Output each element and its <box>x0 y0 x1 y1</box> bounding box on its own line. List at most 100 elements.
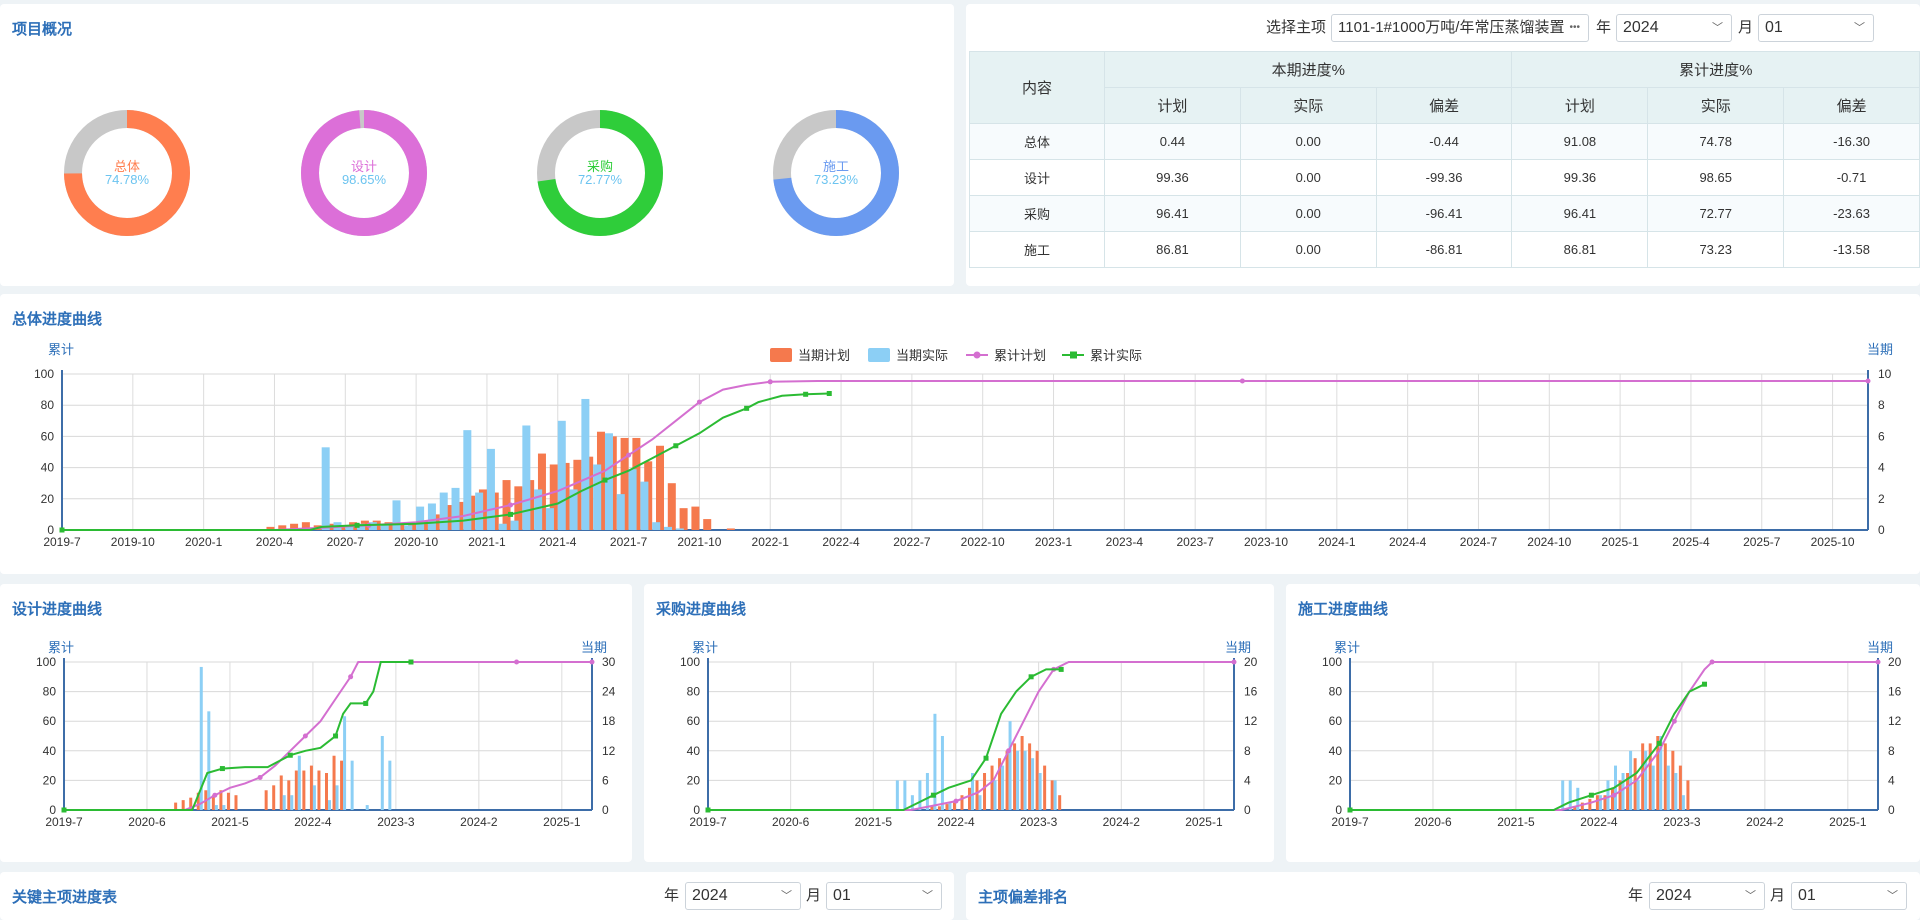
bar-period-actual <box>282 795 286 810</box>
y-left-tick-label: 100 <box>36 655 56 669</box>
bar-period-actual <box>925 773 929 810</box>
cell: 96.41 <box>1104 195 1241 232</box>
legend-label[interactable]: 当期计划 <box>798 348 850 363</box>
bar-period-actual <box>290 795 294 810</box>
bar-period-actual <box>498 523 507 530</box>
bar-period-actual <box>404 525 413 530</box>
x-tick-label: 2023-7 <box>1176 535 1214 549</box>
bar-period-actual <box>1053 780 1057 810</box>
y-left-tick-label: 80 <box>1329 685 1343 699</box>
bar-period-actual <box>545 508 554 530</box>
y-right-tick-label: 0 <box>1878 523 1885 537</box>
key-items-month-select[interactable]: 01 ﹀ <box>826 882 942 910</box>
bar-period-actual <box>940 736 944 810</box>
chevron-down-icon: ﹀ <box>781 890 792 902</box>
donut-value: 98.65% <box>341 172 387 187</box>
more-icon: ••• <box>1569 22 1580 33</box>
point-cumulative-plan <box>1671 718 1677 724</box>
bar-period-plan <box>264 790 268 810</box>
bar-period-plan <box>1641 743 1645 810</box>
bar-period-actual <box>918 780 922 810</box>
bar-period-plan <box>1058 795 1062 810</box>
point-cumulative-actual <box>408 659 414 665</box>
year-select-value: 2024 <box>1656 887 1692 904</box>
deviation-month-select[interactable]: 01 ﹀ <box>1791 882 1907 910</box>
cell: -23.63 <box>1783 195 1920 232</box>
y-left-tick-label: 80 <box>43 685 57 699</box>
x-tick-label: 2023-10 <box>1244 535 1288 549</box>
legend-label[interactable]: 累计实际 <box>1090 348 1142 363</box>
legend-label[interactable]: 当期实际 <box>896 348 948 363</box>
bar-period-plan <box>272 785 276 810</box>
legend-marker <box>1070 351 1077 359</box>
table-row: 施工 86.81 0.00 -86.81 86.81 73.23 -13.58 <box>969 231 1920 268</box>
y-right-tick-label: 20 <box>1244 655 1258 669</box>
bar-period-actual <box>297 755 301 810</box>
y-right-tick-label: 10 <box>1878 367 1892 381</box>
year-label: 年 <box>1596 19 1612 36</box>
bar-period-plan <box>1595 795 1599 810</box>
deviation-year-select[interactable]: 2024 ﹀ <box>1649 882 1765 910</box>
point-cumulative-plan <box>257 774 263 780</box>
overview-title: 项目概况 <box>12 21 73 38</box>
bar-period-actual <box>1016 750 1020 810</box>
bar-period-plan <box>1686 780 1690 810</box>
table-row: 设计 99.36 0.00 -99.36 99.36 98.65 -0.71 <box>969 159 1920 196</box>
x-tick-label: 2024-7 <box>1460 535 1498 549</box>
x-tick-label: 2020-10 <box>394 535 438 549</box>
bar-period-plan <box>667 483 676 530</box>
point-cumulative-actual <box>826 391 832 396</box>
cell: -0.71 <box>1783 159 1920 196</box>
left-axis-title: 累计 <box>48 640 74 655</box>
procure-curve-panel: 采购进度曲线 累计 当期 2019-7 2020-6 2021-5 2022-4 202… <box>644 584 1274 862</box>
bar-period-plan <box>1671 750 1675 810</box>
key-items-year-select[interactable]: 2024 ﹀ <box>685 882 801 910</box>
line-cumulative-plan <box>62 380 1868 531</box>
cell: 73.23 <box>1647 231 1785 268</box>
bar-period-plan <box>317 770 321 810</box>
bar-period-actual <box>1008 721 1012 810</box>
bar-period-plan <box>679 508 688 530</box>
y-left-tick-label: 0 <box>49 803 56 817</box>
point-cumulative-actual <box>1058 666 1064 672</box>
bar-period-actual <box>439 492 448 530</box>
year-select[interactable]: 2024 ﹀ <box>1616 14 1732 42</box>
bar-period-actual <box>214 805 218 810</box>
y-left-tick-label: 100 <box>680 655 700 669</box>
donut-value: 72.77% <box>577 172 623 187</box>
procurement-progress-chart: 累计 当期 2019-7 2020-6 2021-5 2022-4 2023-3 2024… <box>680 640 1258 829</box>
point-cumulative-actual <box>673 443 679 449</box>
header-sub: 偏差 <box>1375 87 1513 124</box>
month-select[interactable]: 01 ﹀ <box>1758 14 1874 42</box>
legend-label[interactable]: 累计计划 <box>994 348 1046 363</box>
point-cumulative-actual <box>983 755 989 761</box>
bar-period-plan <box>1005 750 1009 810</box>
cell: 74.78 <box>1647 123 1785 160</box>
legend-swatch <box>868 348 890 362</box>
bar-period-actual <box>328 800 331 810</box>
x-tick-label: 2019-10 <box>111 535 155 549</box>
right-axis-title: 当期 <box>1867 640 1893 655</box>
chevron-down-icon: ﹀ <box>1745 890 1756 902</box>
y-left-tick-label: 60 <box>1329 714 1343 728</box>
x-tick-label: 2024-2 <box>1103 815 1141 829</box>
donut-1: 总体 74.78% <box>62 108 192 238</box>
project-select[interactable]: 1101-1#1000万吨/年常压蒸馏装置 ••• <box>1331 14 1589 42</box>
legend-swatch <box>770 348 792 362</box>
cell: 98.65 <box>1647 159 1785 196</box>
point-cumulative-actual <box>59 527 65 533</box>
y-left-tick-label: 60 <box>43 714 57 728</box>
header-period: 本期进度% <box>1103 51 1513 88</box>
y-right-tick-label: 4 <box>1244 773 1251 787</box>
overall-progress-chart: 当期计划 当期实际 累计计划 累计实际 累计 当期 2019-7 2019-10 2020… <box>34 342 1893 549</box>
x-tick-label: 2023-1 <box>1035 535 1073 549</box>
bar-period-actual <box>675 528 684 530</box>
x-tick-label: 2020-1 <box>185 535 223 549</box>
cell: -96.41 <box>1375 195 1513 232</box>
bar-period-actual <box>1598 795 1602 810</box>
bar-period-actual <box>557 420 566 530</box>
point-cumulative-plan <box>953 798 959 804</box>
bar-period-plan <box>1013 743 1017 810</box>
x-tick-label: 2022-4 <box>294 815 332 829</box>
bar-period-actual <box>510 520 519 530</box>
